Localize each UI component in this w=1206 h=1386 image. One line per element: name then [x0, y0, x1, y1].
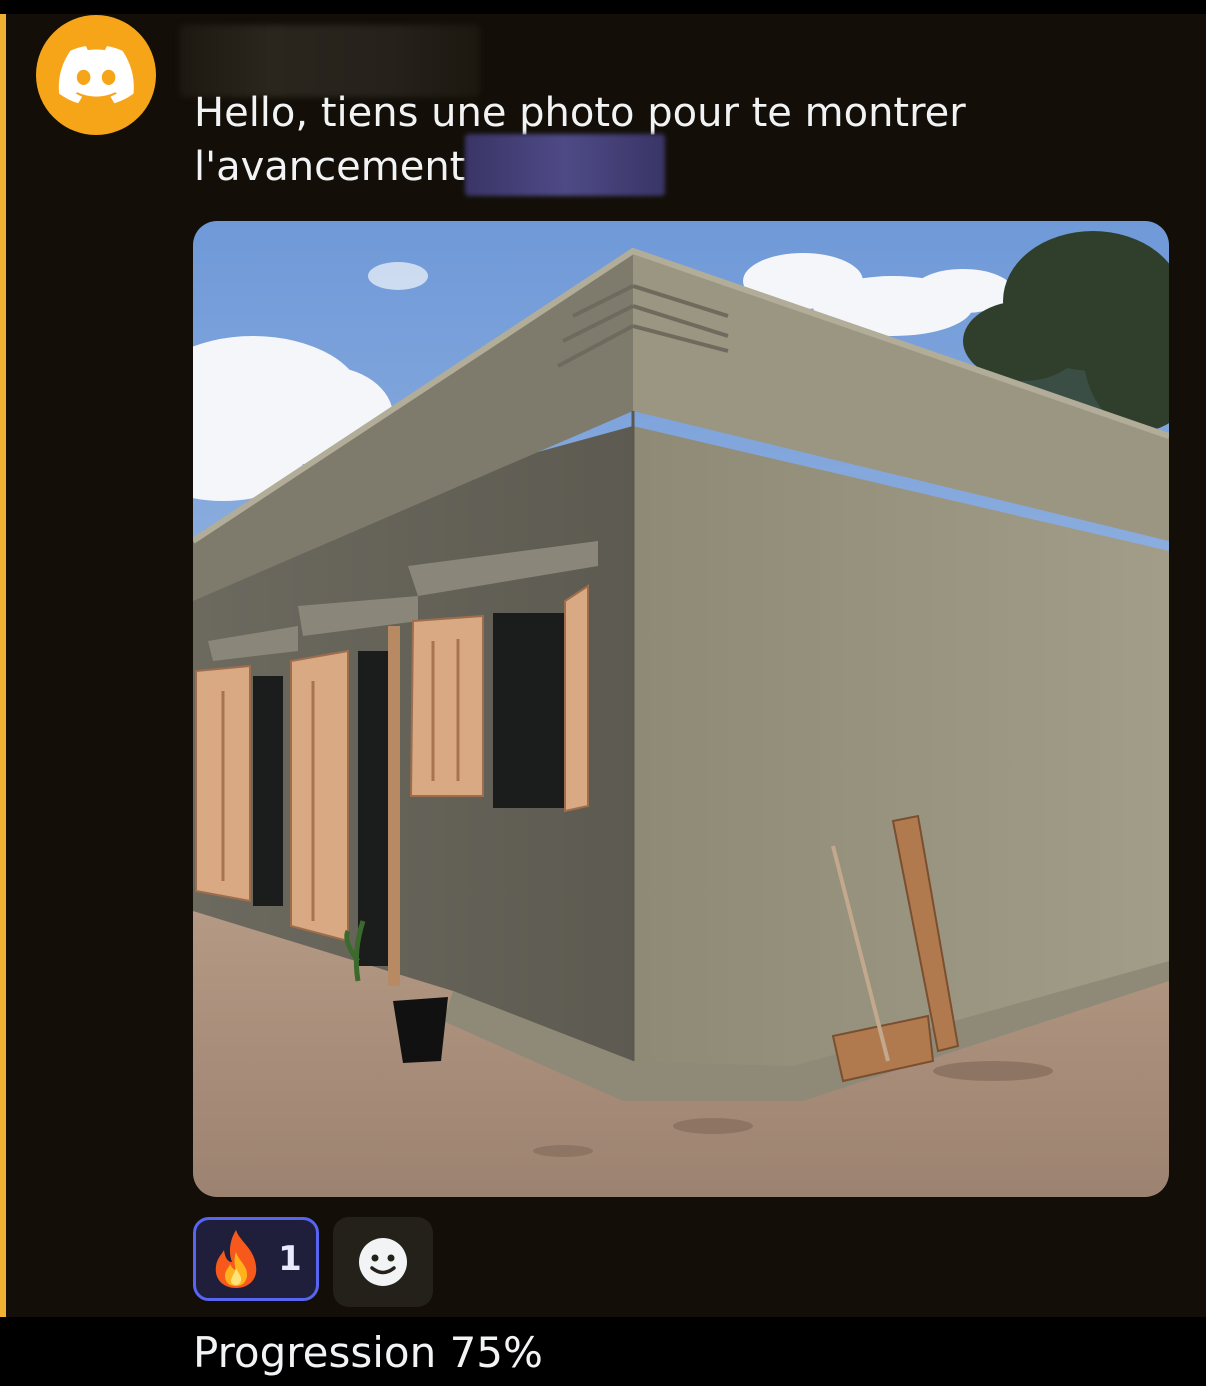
avatar[interactable]: [36, 15, 156, 135]
reaction-count: 1: [278, 1239, 302, 1279]
next-message-text: Progression 75%: [193, 1328, 543, 1377]
add-reaction-button[interactable]: [333, 1217, 433, 1307]
discord-logo-icon: [58, 46, 134, 104]
reaction-fire[interactable]: 1: [193, 1217, 319, 1301]
fire-icon: [215, 1230, 257, 1288]
chat-message: Hello, tiens une photo pour te montrer l…: [0, 14, 1206, 1317]
smiley-icon: [359, 1238, 407, 1286]
next-message: Progression 75%: [0, 1317, 1206, 1386]
top-strip: [0, 0, 1206, 14]
message-content: Hello, tiens une photo pour te montrer l…: [194, 86, 1154, 196]
message-highlight-bar: [0, 14, 6, 1317]
reactions-bar: 1: [193, 1217, 433, 1307]
mention-redacted: [465, 134, 666, 196]
photo-attachment[interactable]: [193, 221, 1169, 1197]
house-photo: [193, 221, 1169, 1197]
